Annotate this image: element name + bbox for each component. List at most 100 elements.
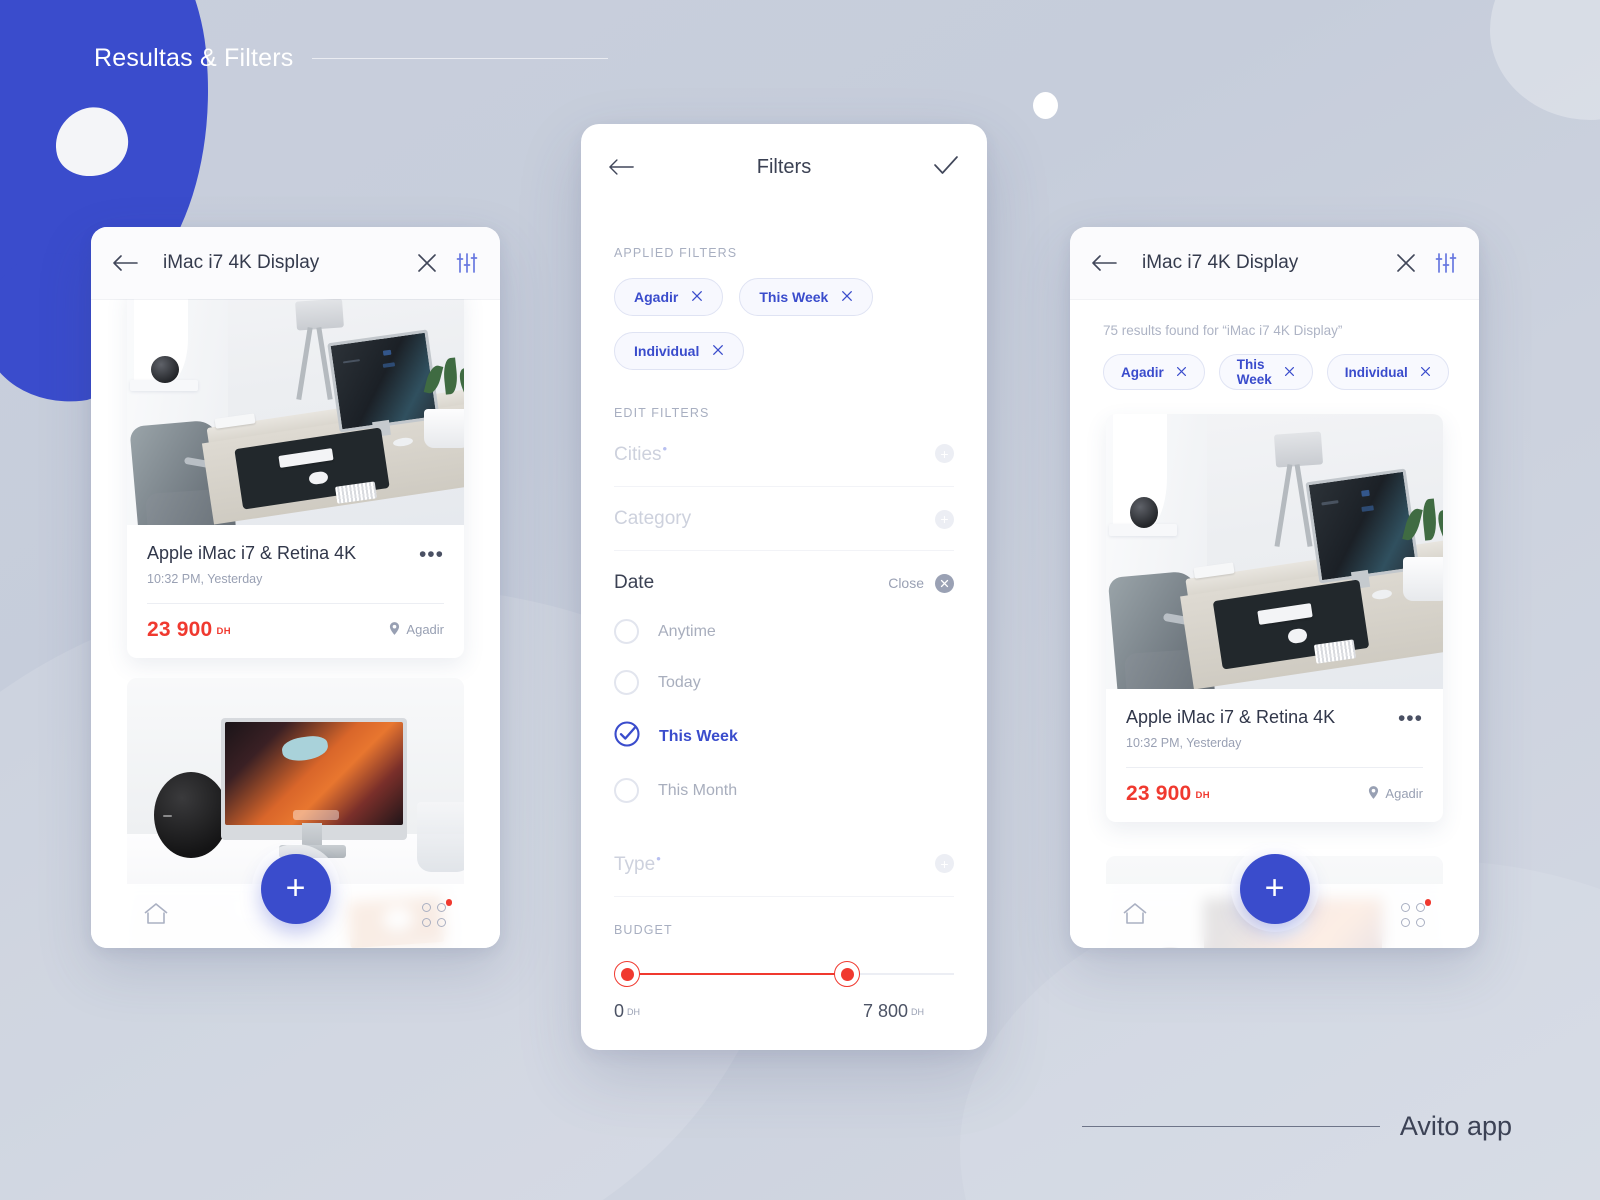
chip-remove-icon[interactable]: [712, 344, 724, 358]
listing-photo-office: [127, 299, 464, 525]
chip-remove-icon[interactable]: [1420, 365, 1431, 380]
expand-category-button[interactable]: +: [935, 509, 954, 529]
filter-chip-label: This Week: [759, 289, 829, 305]
filters-body: APPLIED FILTERS Agadir This Week Individ…: [581, 246, 987, 1022]
listing-card[interactable]: Apple iMac i7 & Retina 4K ••• 10:32 PM, …: [1106, 414, 1443, 822]
listing-info: Apple iMac i7 & Retina 4K ••• 10:32 PM, …: [1106, 689, 1443, 768]
floating-dot-shape: [1033, 92, 1058, 119]
add-listing-fab[interactable]: +: [260, 854, 331, 924]
close-date-section-button[interactable]: Close: [888, 573, 954, 593]
slider-handle-min[interactable]: [614, 961, 640, 987]
filter-chip[interactable]: This Week: [1218, 354, 1313, 390]
filters-panel: Filters APPLIED FILTERS Agadir This Week…: [581, 124, 987, 1050]
filter-chip-label: Individual: [634, 343, 700, 359]
close-icon[interactable]: [1395, 252, 1417, 274]
filter-chip[interactable]: Individual: [1326, 354, 1449, 390]
listing-more-button[interactable]: •••: [419, 543, 444, 565]
listing-currency: DH: [216, 625, 231, 637]
filter-chip[interactable]: Individual: [614, 332, 745, 370]
chip-remove-icon[interactable]: [1284, 365, 1295, 380]
plus-icon: +: [1264, 868, 1285, 907]
listing-more-button[interactable]: •••: [1398, 707, 1423, 729]
arrow-left-icon[interactable]: [113, 253, 139, 273]
location-label: Agadir: [1385, 786, 1423, 802]
home-icon[interactable]: [1122, 902, 1148, 931]
type-label: Type: [614, 854, 656, 875]
chip-remove-icon[interactable]: [691, 290, 703, 304]
slider-track-fill: [628, 973, 846, 975]
type-required-star: •: [656, 851, 661, 866]
date-option-anytime[interactable]: Anytime: [614, 606, 954, 657]
filter-chip[interactable]: This Week: [739, 278, 874, 316]
budget-min-value: 0 DH: [614, 1001, 640, 1022]
search-results-body: Apple iMac i7 & Retina 4K ••• 10:32 PM, …: [91, 299, 500, 948]
close-label: Close: [888, 575, 924, 591]
check-icon[interactable]: [933, 154, 959, 181]
filters-header: Filters: [581, 124, 987, 210]
filter-chip-label: Agadir: [1121, 364, 1164, 380]
budget-min-currency: DH: [627, 1007, 641, 1017]
listing-title: Apple iMac i7 & Retina 4K: [147, 543, 357, 563]
budget-min-number: 0: [614, 1001, 625, 1021]
home-icon[interactable]: [143, 902, 169, 931]
date-options-list: Anytime Today This Week This Month: [614, 600, 954, 816]
budget-max-number: 7 800: [862, 1001, 908, 1021]
listing-location: Agadir: [1368, 785, 1423, 802]
listing-timestamp: 10:32 PM, Yesterday: [1126, 735, 1242, 750]
listing-card[interactable]: Apple iMac i7 & Retina 4K ••• 10:32 PM, …: [127, 299, 464, 658]
filter-row-type[interactable]: Type• +: [614, 830, 954, 897]
listing-price-value: 23 900: [147, 617, 213, 641]
grid-icon[interactable]: [1401, 899, 1431, 929]
arrow-left-icon[interactable]: [1092, 253, 1118, 273]
radio-checked-icon[interactable]: [614, 721, 640, 752]
slider-handle-max[interactable]: [834, 961, 860, 987]
listing-info: Apple iMac i7 & Retina 4K ••• 10:32 PM, …: [127, 525, 464, 604]
appbar: iMac i7 4K Display: [91, 227, 500, 299]
add-listing-fab[interactable]: +: [1239, 854, 1310, 924]
listing-location: Agadir: [389, 621, 444, 638]
location-pin-icon: [389, 621, 400, 638]
filters-title: Filters: [756, 155, 812, 178]
date-option-label: Anytime: [658, 622, 716, 640]
arrow-left-icon[interactable]: [609, 157, 635, 177]
radio-icon[interactable]: [614, 670, 639, 695]
location-label: Agadir: [406, 622, 444, 638]
filter-row-cities[interactable]: Cities• +: [614, 420, 954, 487]
listing-currency: DH: [1195, 789, 1210, 801]
filter-chip-label: Individual: [1344, 364, 1408, 380]
applied-filter-chips: Agadir This Week Individual: [614, 278, 954, 370]
date-option-label: This Month: [658, 781, 738, 799]
chip-remove-icon[interactable]: [841, 290, 853, 304]
applied-filter-chips: Agadir This Week Individual: [1070, 338, 1479, 390]
radio-icon[interactable]: [614, 778, 639, 803]
expand-type-button[interactable]: +: [935, 854, 954, 873]
sliders-icon[interactable]: [456, 252, 478, 274]
appbar-title: iMac i7 4K Display: [1142, 252, 1299, 273]
filter-chip[interactable]: Agadir: [614, 278, 724, 316]
budget-max-value: 7 800 DH: [863, 1001, 924, 1022]
filter-chip-label: Agadir: [634, 289, 679, 305]
chip-remove-icon[interactable]: [1176, 365, 1187, 380]
radio-icon[interactable]: [614, 619, 639, 644]
date-option-today[interactable]: Today: [614, 657, 954, 708]
filter-chip-label: This Week: [1236, 357, 1272, 387]
location-pin-icon: [1368, 785, 1379, 802]
grid-icon[interactable]: [422, 899, 452, 929]
sliders-icon[interactable]: [1435, 252, 1457, 274]
expand-cities-button[interactable]: +: [935, 444, 954, 463]
budget-values: 0 DH 7 800 DH: [614, 1001, 954, 1022]
page-title-group: Resultas & Filters: [94, 44, 608, 73]
filter-row-category[interactable]: Category +: [614, 487, 954, 551]
search-results-phone-right: iMac i7 4K Display 75 results found for …: [1070, 227, 1479, 948]
date-option-this-week[interactable]: This Week: [614, 708, 954, 765]
close-icon[interactable]: [416, 252, 438, 274]
close-circle-icon[interactable]: [935, 573, 954, 593]
date-option-label: Today: [658, 673, 701, 691]
filter-chip[interactable]: Agadir: [1103, 354, 1205, 390]
page-title: Resultas & Filters: [94, 44, 294, 72]
date-option-this-month[interactable]: This Month: [614, 765, 954, 816]
footer-label: Avito app: [1399, 1111, 1512, 1141]
budget-range-slider[interactable]: [614, 961, 954, 987]
listing-price-value: 23 900: [1126, 781, 1192, 805]
filtered-results-body: 75 results found for “iMac i7 4K Display…: [1070, 299, 1479, 948]
